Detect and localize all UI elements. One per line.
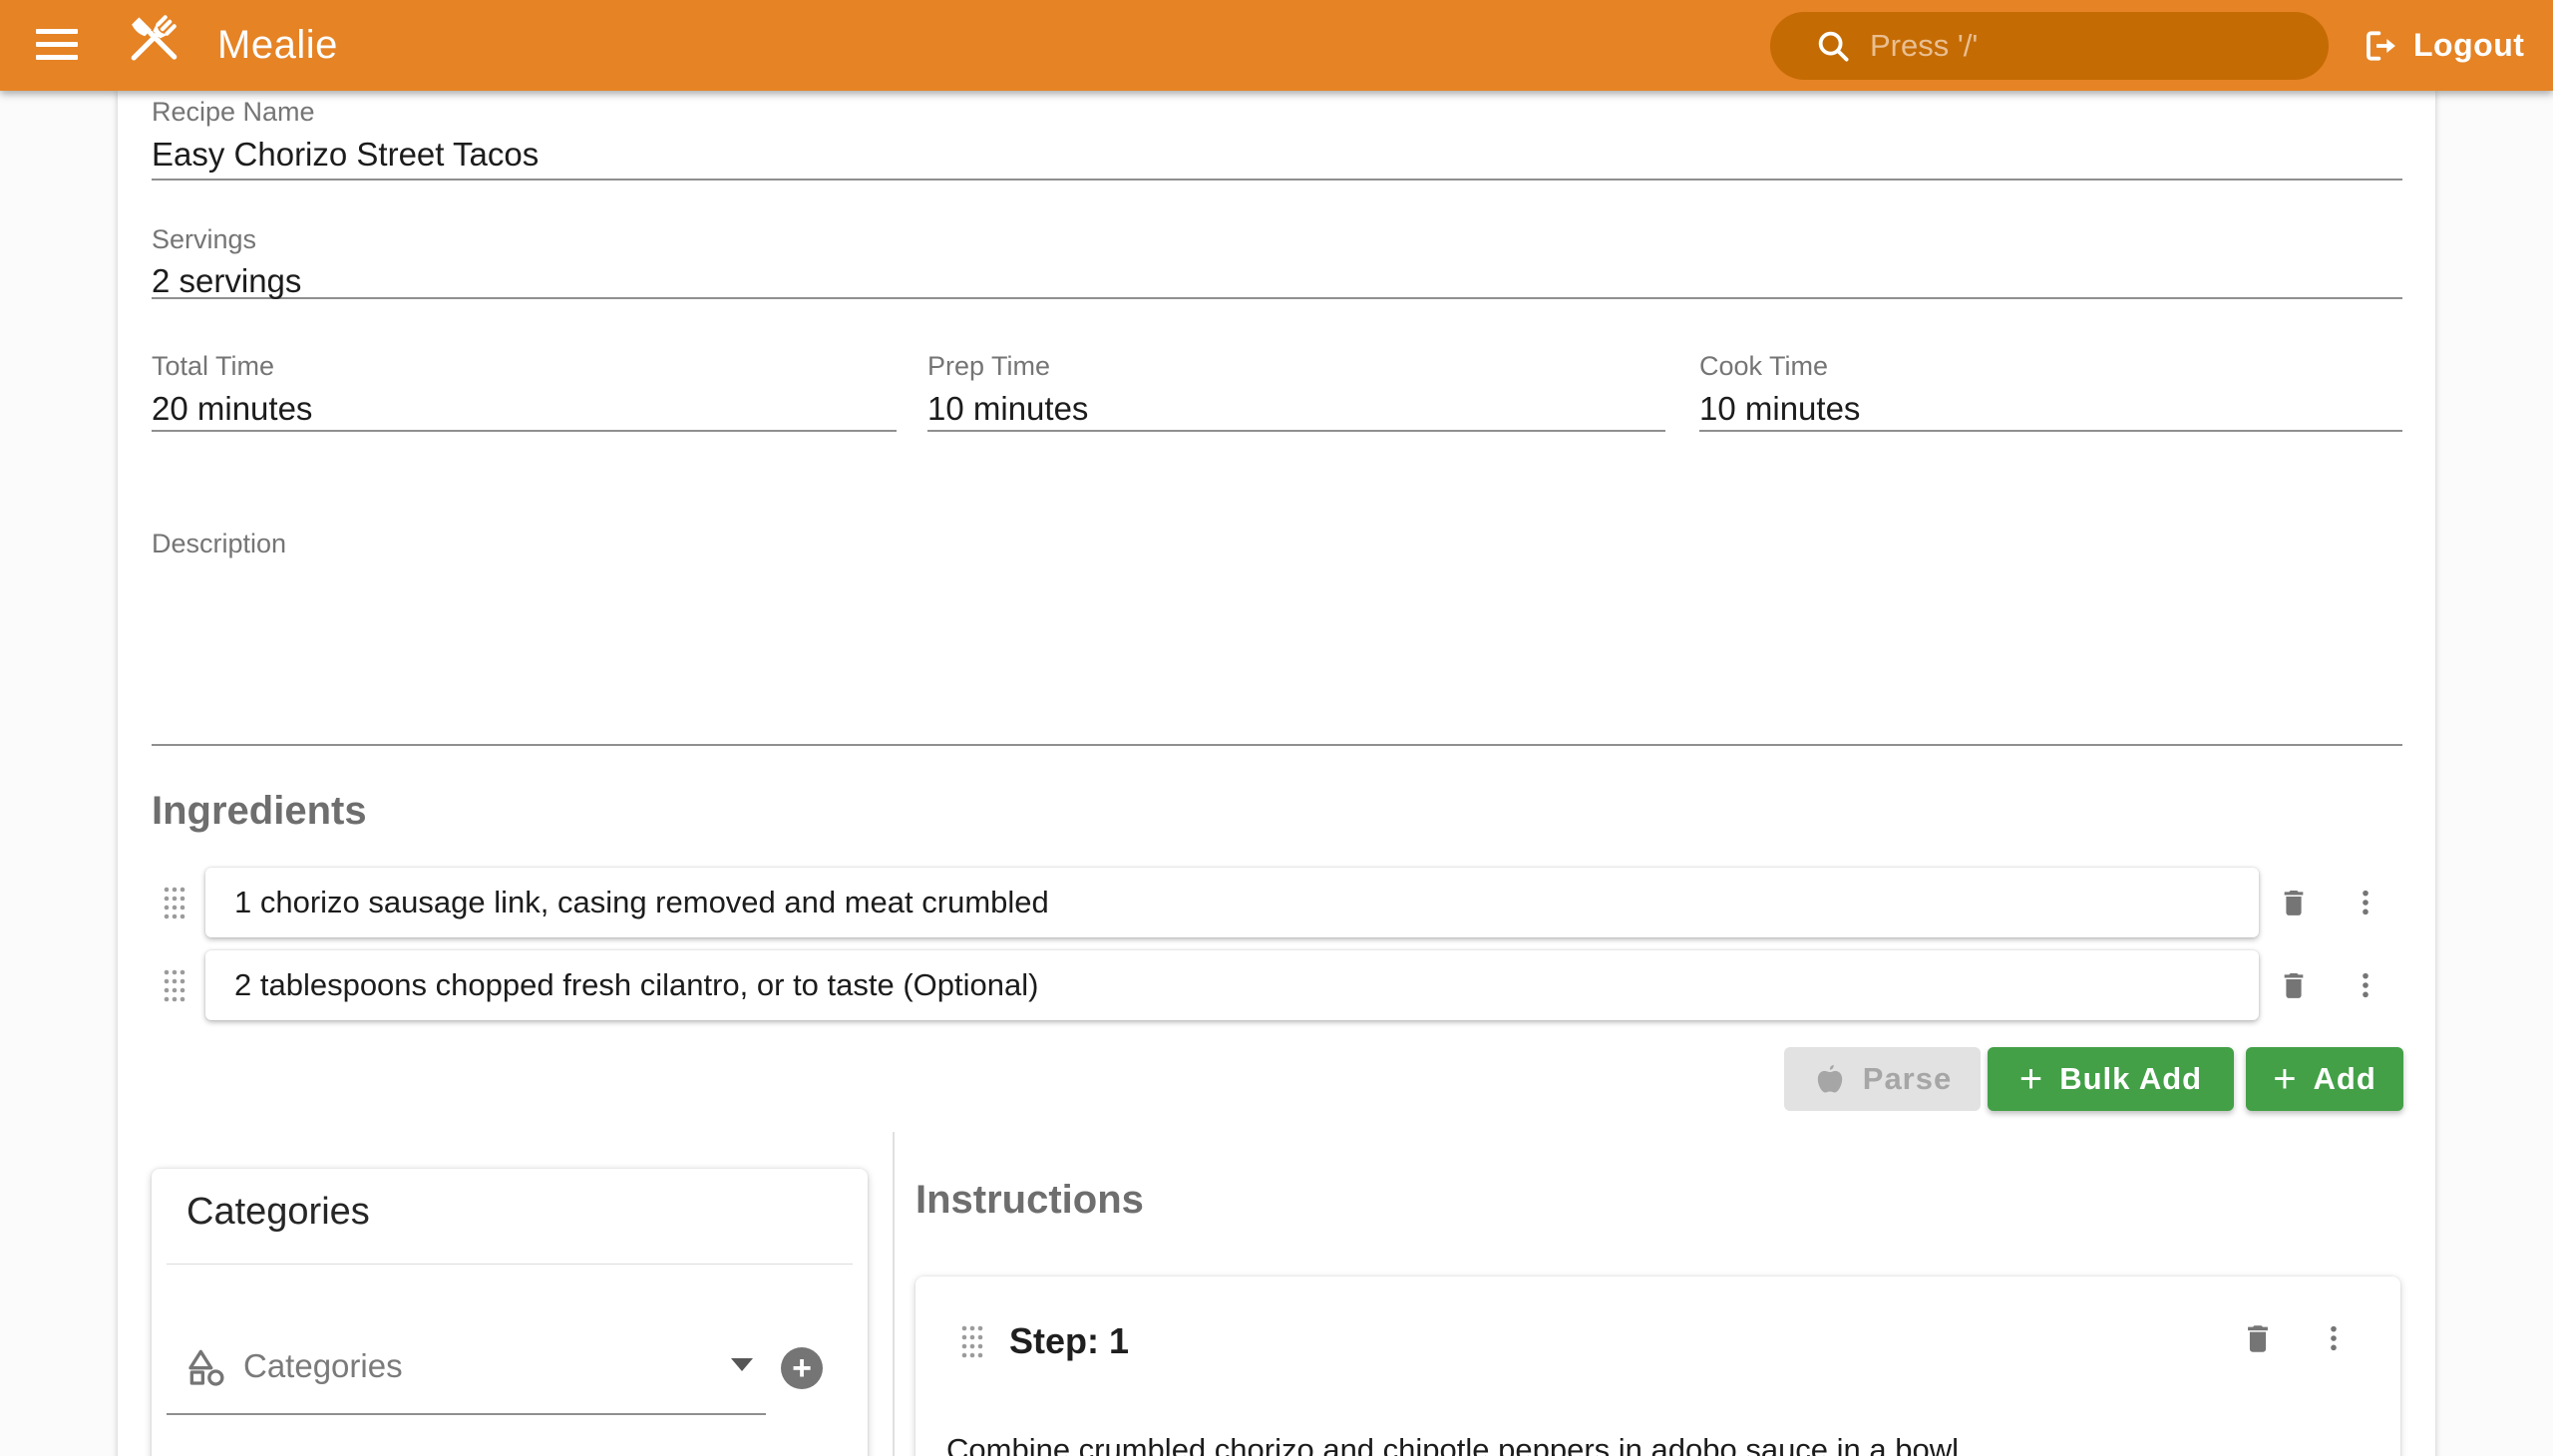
total-time-field[interactable]: Total Time 20 minutes [152, 351, 897, 432]
cook-time-label: Cook Time [1699, 351, 1828, 381]
prep-time-field[interactable]: Prep Time 10 minutes [927, 351, 1665, 432]
app-title: Mealie [217, 0, 338, 91]
column-divider [893, 1132, 895, 1456]
servings-field[interactable]: Servings 2 servings [152, 224, 2402, 299]
ingredient-menu-button[interactable] [2346, 881, 2385, 924]
kebab-menu-icon [2350, 887, 2381, 918]
step-text-input[interactable]: Combine crumbled chorizo and chipotle pe… [946, 1430, 2363, 1456]
ingredient-row: 2 tablespoons chopped fresh cilantro, or… [118, 950, 2435, 1020]
app-header: Mealie Press '/' Logout [0, 0, 2553, 91]
bulk-add-button[interactable]: + Bulk Add [1988, 1047, 2234, 1111]
ingredient-input[interactable]: 1 chorizo sausage link, casing removed a… [205, 868, 2259, 937]
description-field[interactable]: Description [152, 529, 2402, 746]
step-menu-button[interactable] [2314, 1316, 2354, 1360]
ingredient-text: 2 tablespoons chopped fresh cilantro, or… [234, 967, 1038, 1003]
servings-label: Servings [152, 224, 2402, 255]
search-icon [1814, 27, 1852, 65]
select-underline [167, 1413, 766, 1415]
plus-icon: + [792, 1351, 812, 1385]
menu-icon[interactable] [36, 28, 78, 62]
trash-icon [2241, 1321, 2275, 1355]
prep-time-value[interactable]: 10 minutes [927, 390, 1665, 428]
description-label: Description [152, 529, 286, 558]
step-title: Step: 1 [1009, 1320, 1129, 1362]
drag-handle-icon[interactable] [163, 968, 186, 1002]
mealie-logo-icon [120, 12, 187, 80]
shapes-icon [187, 1346, 227, 1386]
search-input[interactable]: Press '/' [1770, 12, 2329, 80]
logout-icon [2362, 27, 2399, 65]
delete-step-button[interactable] [2238, 1316, 2278, 1360]
instruction-step-card: Step: 1 Combine crumbled chorizo and chi… [915, 1276, 2400, 1456]
categories-card: Categories Categories + [152, 1169, 868, 1456]
recipe-name-field[interactable]: Recipe Name Easy Chorizo Street Tacos [152, 97, 2402, 181]
ingredient-row: 1 chorizo sausage link, casing removed a… [118, 868, 2435, 937]
plus-icon: + [2273, 1059, 2297, 1099]
logout-label: Logout [2413, 27, 2524, 64]
plus-icon: + [2019, 1059, 2043, 1099]
cook-time-value[interactable]: 10 minutes [1699, 390, 2402, 428]
search-placeholder: Press '/' [1870, 28, 1978, 64]
recipe-name-value[interactable]: Easy Chorizo Street Tacos [152, 136, 2402, 174]
delete-ingredient-button[interactable] [2274, 881, 2314, 924]
add-ingredient-button[interactable]: + Add [2246, 1047, 2403, 1111]
recipe-editor-card: Recipe Name Easy Chorizo Street Tacos Se… [118, 91, 2435, 1456]
categories-heading: Categories [186, 1191, 370, 1234]
total-time-value[interactable]: 20 minutes [152, 390, 897, 428]
parse-button[interactable]: Parse [1784, 1047, 1981, 1111]
delete-ingredient-button[interactable] [2274, 963, 2314, 1007]
ingredient-text: 1 chorizo sausage link, casing removed a… [234, 885, 1049, 920]
cook-time-field[interactable]: Cook Time 10 minutes [1699, 351, 2402, 432]
drag-handle-icon[interactable] [163, 886, 186, 919]
prep-time-label: Prep Time [927, 351, 1050, 381]
instructions-heading: Instructions [915, 1178, 1144, 1223]
kebab-menu-icon [2318, 1322, 2350, 1354]
logout-button[interactable]: Logout [2362, 0, 2524, 91]
total-time-label: Total Time [152, 351, 274, 381]
ingredient-input[interactable]: 2 tablespoons chopped fresh cilantro, or… [205, 950, 2259, 1020]
bulk-add-label: Bulk Add [2059, 1061, 2202, 1097]
add-label: Add [2314, 1061, 2376, 1097]
ingredients-heading: Ingredients [152, 789, 367, 834]
apple-icon [1813, 1062, 1847, 1096]
parse-label: Parse [1863, 1061, 1952, 1097]
divider [167, 1264, 853, 1265]
add-category-button[interactable]: + [781, 1347, 823, 1389]
ingredient-menu-button[interactable] [2346, 963, 2385, 1007]
drag-handle-icon[interactable] [960, 1324, 984, 1358]
times-row: Total Time 20 minutes Prep Time 10 minut… [152, 351, 2402, 432]
kebab-menu-icon [2350, 969, 2381, 1001]
chevron-down-icon[interactable] [731, 1358, 753, 1371]
trash-icon [2278, 887, 2310, 918]
servings-value[interactable]: 2 servings [152, 262, 2402, 300]
page: Mealie Press '/' Logout Recipe Name Easy… [0, 0, 2553, 1456]
categories-select[interactable]: Categories [187, 1342, 768, 1390]
trash-icon [2278, 969, 2310, 1001]
recipe-name-label: Recipe Name [152, 97, 2402, 128]
categories-select-label: Categories [243, 1347, 403, 1385]
